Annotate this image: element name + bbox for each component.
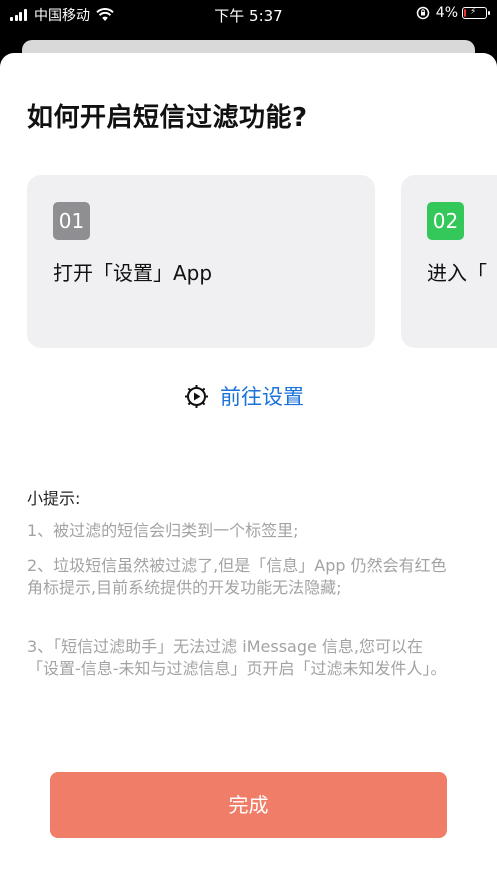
step-card-2: 02 进入「: [401, 175, 497, 348]
settings-gear-icon: [185, 384, 208, 408]
battery-fill: [464, 9, 466, 17]
battery-percent: 4%: [435, 5, 458, 21]
tip-item: 2、垃圾短信虽然被过滤了,但是「信息」App 仍然会有红色角标提示,目前系统提供…: [27, 556, 447, 597]
goto-settings-link[interactable]: 前往设置: [183, 381, 304, 411]
tips-heading: 小提示:: [27, 489, 81, 508]
charging-bolt-icon: ⚡: [470, 7, 477, 17]
done-button[interactable]: 完成: [50, 772, 447, 838]
step-number-badge: 02: [427, 202, 464, 240]
step-number-badge: 01: [53, 202, 90, 240]
tip-item: 3、「短信过滤助手」无法过滤 iMessage 信息,您可以在「设置-信息-未知…: [27, 637, 447, 678]
tip-item: 1、被过滤的短信会归类到一个标签里;: [27, 521, 299, 540]
battery-charging-icon: ⚡: [462, 7, 490, 19]
orientation-lock-icon: [416, 6, 430, 20]
status-bar: 中国移动 下午 5:37 4% ⚡: [0, 0, 497, 28]
status-right: 4% ⚡: [416, 5, 490, 21]
page-title: 如何开启短信过滤功能?: [27, 103, 308, 133]
step-text: 进入「: [427, 261, 487, 285]
step-card-1: 01 打开「设置」App: [27, 175, 375, 348]
step-text: 打开「设置」App: [53, 261, 213, 285]
goto-settings-label[interactable]: 前往设置: [220, 381, 304, 411]
filter-guide-sheet: 如何开启短信过滤功能? 01 打开「设置」App 02 进入「 前往设置 小提示…: [0, 53, 497, 883]
